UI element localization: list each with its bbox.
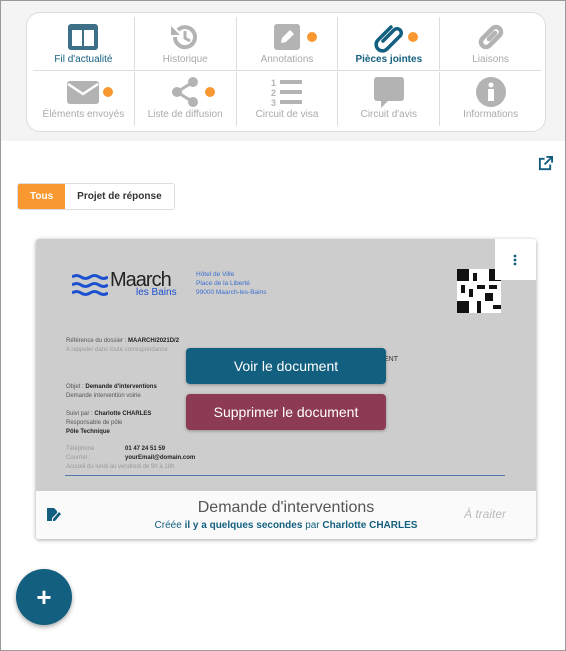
followed-dept: Pôle Technique <box>66 429 110 435</box>
logo-waves-icon <box>72 274 108 296</box>
created-by: Charlotte CHARLES <box>322 520 418 531</box>
nav-item-label: Informations <box>463 109 519 120</box>
card-footer: Demande d'interventions Créée il y a que… <box>36 491 536 539</box>
notification-dot <box>103 87 113 97</box>
followed-label: Suivi par : <box>66 411 93 417</box>
numbered-list-icon: 123 <box>271 78 302 108</box>
phone-value: 01 47 24 51 59 <box>125 446 166 452</box>
followed-value: Charlotte CHARLES <box>94 411 152 417</box>
ref-value: MAARCH/2021D/2 <box>128 338 180 344</box>
email-label: Courriel : <box>66 455 91 461</box>
paperclip-icon <box>374 25 403 53</box>
envelope-icon <box>67 81 100 104</box>
nav-item-informations[interactable]: Informations <box>440 72 541 126</box>
notification-dot <box>408 32 419 42</box>
created-by-prefix: par <box>305 520 320 531</box>
info-circle-icon <box>475 77 506 107</box>
object-value: Demande d'interventions <box>85 384 157 390</box>
columns-icon <box>68 24 99 50</box>
object-line: Demande intervention voirie <box>66 393 141 399</box>
external-link-icon[interactable] <box>538 156 553 171</box>
opening-hours: Accueil du lundi au vendredi de 9h à 18h <box>66 464 175 470</box>
nav-item-annotations[interactable]: Annotations <box>237 17 339 70</box>
logo-subtext: les Bains <box>136 287 177 298</box>
more-vertical-icon <box>513 254 517 266</box>
nav-item-éléments-envoyés[interactable]: Éléments envoyés <box>33 72 135 126</box>
document-thumbnail[interactable]: Maarch les Bains Hôtel de Ville Place de… <box>36 239 536 491</box>
created-prefix: Créée <box>154 520 182 531</box>
nav-item-label: Liste de diffusion <box>147 109 223 120</box>
svg-text:3: 3 <box>271 98 276 108</box>
email-value: yourEmail@domain.com <box>125 455 196 461</box>
object-label: Objet : <box>66 384 84 390</box>
nav-item-fil-d-actualité[interactable]: Fil d'actualité <box>33 17 135 70</box>
attachment-card: Maarch les Bains Hôtel de Ville Place de… <box>36 239 536 539</box>
tab-reply-project[interactable]: Projet de réponse <box>65 184 174 209</box>
nav-item-label: Pièces jointes <box>355 54 423 65</box>
nav-row-1: Fil d'actualité Historique Annotations Pièc… <box>33 17 541 71</box>
link-icon <box>478 24 503 50</box>
ref-note: A rappeler dans toute correspondance <box>66 347 168 353</box>
notification-dot <box>204 87 215 97</box>
nav-item-historique[interactable]: Historique <box>135 17 237 70</box>
nav-item-circuit-de-visa[interactable]: 1 2 3 Circuit de visa <box>237 72 339 126</box>
nav-item-label: Éléments envoyés <box>42 109 125 120</box>
svg-text:2: 2 <box>271 88 276 98</box>
nav-item-liste-de-diffusion[interactable]: Liste de diffusion <box>135 72 237 126</box>
more-options-button[interactable] <box>495 239 536 280</box>
nav-item-circuit-d-avis[interactable]: Circuit d'avis <box>338 72 441 126</box>
created-when: il y a quelques secondes <box>184 520 303 531</box>
followed-role: Responsable de pôle <box>66 420 123 426</box>
share-icon <box>172 77 199 107</box>
status-label: À traiter <box>463 507 506 521</box>
notification-dot <box>306 32 317 42</box>
pencil-square-icon <box>273 24 300 50</box>
creation-info: Créée il y a quelques secondes par Charl… <box>36 520 536 531</box>
nav-item-liaisons[interactable]: Liaisons <box>440 17 541 70</box>
document-title: Demande d'interventions <box>197 499 375 516</box>
nav-item-label: Fil d'actualité <box>54 54 113 65</box>
nav-item-label: Historique <box>162 54 208 65</box>
phone-label: Téléphone : <box>66 446 98 452</box>
address-line: 99000 Maarch-les-Bains <box>196 289 267 296</box>
comment-icon <box>373 77 404 108</box>
doc-divider <box>65 475 505 476</box>
partial-text: ENT <box>384 356 398 363</box>
ref-label: Référence du dossier : <box>66 338 127 344</box>
nav-item-label: Circuit d'avis <box>360 109 417 120</box>
view-document-button[interactable]: Voir le document <box>186 348 386 384</box>
nav-item-label: Liaisons <box>472 54 509 65</box>
filter-tabs: Tous Projet de réponse <box>17 183 175 210</box>
nav-item-label: Annotations <box>260 54 314 65</box>
nav-row-2: Éléments envoyés Liste de diffusion 1 2 3 Cir… <box>33 72 541 126</box>
svg-text:1: 1 <box>271 78 276 88</box>
nav-item-pièces-jointes[interactable]: Pièces jointes <box>338 17 441 70</box>
delete-document-button[interactable]: Supprimer le document <box>186 394 386 430</box>
add-attachment-button[interactable]: + <box>16 569 72 625</box>
history-icon <box>171 25 198 50</box>
address-line: Hôtel de Ville <box>196 271 235 278</box>
address-line: Place de la Liberté <box>196 280 250 287</box>
nav-item-label: Circuit de visa <box>255 109 319 120</box>
panel-nav: Fil d'actualité Historique Annotations Pièc… <box>26 12 546 132</box>
tab-all[interactable]: Tous <box>18 184 66 209</box>
